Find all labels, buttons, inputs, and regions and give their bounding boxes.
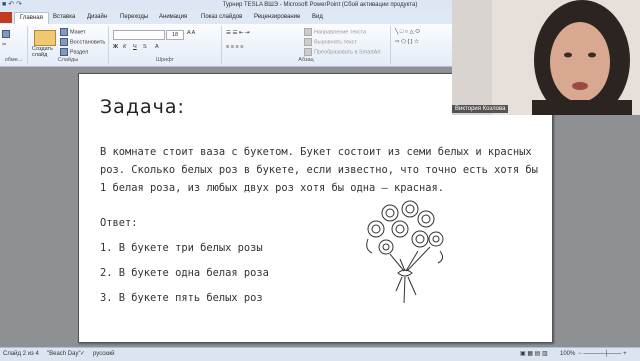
paragraph-group-label: Абзац xyxy=(298,57,314,63)
cut-icon[interactable]: ✂ xyxy=(2,42,7,48)
answer-option-1[interactable]: 1. В букете три белых розы xyxy=(100,242,263,254)
zoom-slider[interactable]: − ─────┼─── + xyxy=(578,348,627,361)
grow-font-icon[interactable]: A A xyxy=(187,30,195,36)
answer-label[interactable]: Ответ: xyxy=(100,217,138,229)
tab-view[interactable]: Вид xyxy=(312,12,323,23)
slide-title[interactable]: Задача: xyxy=(100,96,185,118)
align-icons[interactable]: ≡ ≡ ≡ ≡ xyxy=(226,44,243,50)
tab-home[interactable]: Главная xyxy=(14,12,49,24)
font-color-icon[interactable]: A xyxy=(155,44,159,50)
slides-group: Создать слайд Макет Восстановить Раздел … xyxy=(28,26,109,64)
font-name-select[interactable] xyxy=(113,30,165,40)
answer-option-3[interactable]: 3. В букете пять белых роз xyxy=(100,292,263,304)
drawing-group: ╲ □ ○ △ ⬭ ⇨ ⬠ { } ☆ xyxy=(391,26,451,64)
underline-icon[interactable]: Ч xyxy=(133,44,137,50)
new-slide-icon[interactable] xyxy=(34,30,56,46)
paste-icon[interactable] xyxy=(2,30,12,38)
webcam-participant-name: Виктория Козлова xyxy=(452,105,509,113)
shapes-gallery-icon[interactable]: ╲ □ ○ △ ⬭ xyxy=(395,29,420,36)
zoom-level[interactable]: 100% xyxy=(560,348,575,361)
layout-button[interactable]: Макет xyxy=(60,28,86,36)
tab-animation[interactable]: Анимация xyxy=(159,12,187,23)
status-bar: Слайд 2 из 4 "Beach Day" ✓ русский ▣ ▦ ▤… xyxy=(0,347,640,361)
bullets-icon[interactable]: ☰ ☰ ⇤ ⇥ xyxy=(226,30,250,36)
tab-insert[interactable]: Вставка xyxy=(53,12,75,23)
slides-group-label: Слайды xyxy=(57,57,79,63)
tab-design[interactable]: Дизайн xyxy=(87,12,107,23)
view-buttons[interactable]: ▣ ▦ ▤ ▥ xyxy=(520,348,548,361)
theme-name: "Beach Day" xyxy=(47,351,81,357)
font-size-select[interactable]: 18 xyxy=(166,30,184,40)
text-direction-button[interactable]: Направление текста xyxy=(304,28,366,36)
slide-counter: Слайд 2 из 4 xyxy=(3,351,39,357)
tab-file[interactable] xyxy=(0,12,12,23)
tab-review[interactable]: Рецензирование xyxy=(254,12,300,23)
answer-option-2[interactable]: 2. В букете одна белая роза xyxy=(100,267,269,279)
reset-button[interactable]: Восстановить xyxy=(60,38,105,46)
spellcheck-icon[interactable]: ✓ xyxy=(80,348,85,361)
tab-transitions[interactable]: Переходы xyxy=(120,12,148,23)
italic-icon[interactable]: К xyxy=(123,44,126,50)
shadow-icon[interactable]: S xyxy=(143,44,147,50)
section-button[interactable]: Раздел xyxy=(60,48,88,56)
rose-bouquet-image xyxy=(366,200,444,304)
align-text-button[interactable]: Выровнять текст xyxy=(304,38,357,46)
slide-problem-text[interactable]: В комнате стоит ваза с букетом. Букет со… xyxy=(100,143,540,197)
tab-slideshow[interactable]: Показ слайдов xyxy=(201,12,242,23)
presenter-video-frame xyxy=(452,0,640,115)
clipboard-group: ✂ обме... xyxy=(0,26,28,64)
webcam-video xyxy=(452,0,640,115)
clipboard-group-label: обме... xyxy=(4,57,23,63)
shapes-gallery-icon-row2[interactable]: ⇨ ⬠ { } ☆ xyxy=(395,39,419,45)
font-group: 18 A A Ж К Ч S A Шрифт xyxy=(109,26,222,64)
smartart-button[interactable]: Преобразовать в SmartArt xyxy=(304,48,381,56)
bold-icon[interactable]: Ж xyxy=(113,44,118,50)
paragraph-group: ☰ ☰ ⇤ ⇥ ≡ ≡ ≡ ≡ Направление текста Выров… xyxy=(222,26,391,64)
font-group-label: Шрифт xyxy=(155,57,175,63)
language-indicator[interactable]: русский xyxy=(93,348,115,361)
